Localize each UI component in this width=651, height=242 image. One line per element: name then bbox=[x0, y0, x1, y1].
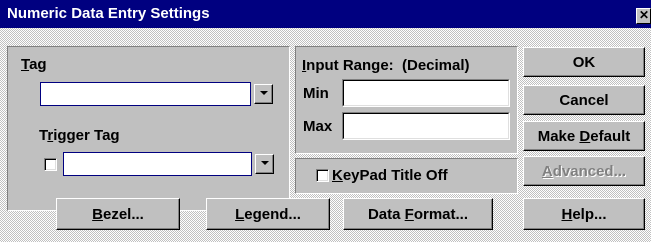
data-format-button[interactable]: Data Format... bbox=[343, 198, 493, 230]
dialog-body: Tag Trigger Tag Input Range: (Decimal) M… bbox=[0, 28, 651, 242]
tag-combobox-field[interactable] bbox=[40, 82, 251, 106]
max-input[interactable] bbox=[342, 112, 510, 140]
help-accel: H bbox=[561, 205, 573, 223]
bezel-rest: ezel... bbox=[102, 205, 144, 223]
ok-button[interactable]: OK bbox=[523, 47, 645, 77]
tag-label: Tag bbox=[21, 56, 47, 74]
legend-rest: egend... bbox=[244, 205, 301, 223]
bezel-button[interactable]: Bezel... bbox=[56, 198, 180, 230]
trigger-tag-dropdown-button[interactable] bbox=[255, 154, 274, 174]
advanced-button[interactable]: Advanced... bbox=[523, 156, 645, 186]
window-title: Numeric Data Entry Settings bbox=[7, 5, 210, 22]
trigger-tag-label: Trigger Tag bbox=[39, 127, 120, 145]
cancel-button[interactable]: Cancel bbox=[523, 85, 645, 115]
min-input[interactable] bbox=[342, 79, 510, 107]
trigger-tag-combobox[interactable] bbox=[63, 152, 275, 176]
chevron-down-icon bbox=[261, 161, 269, 165]
keypad-title-off-checkbox[interactable] bbox=[316, 169, 329, 182]
keypad-title-off-label[interactable]: KeyPad Title Off bbox=[332, 167, 448, 185]
advanced-rest: dvanced... bbox=[552, 162, 627, 180]
chevron-down-icon bbox=[260, 91, 268, 95]
make-default-accel: D bbox=[579, 127, 591, 145]
close-button[interactable]: ✕ bbox=[636, 8, 651, 24]
min-label: Min bbox=[303, 85, 329, 102]
data-format-label: Data bbox=[367, 205, 405, 223]
tag-label-rest: ag bbox=[29, 56, 47, 73]
tag-combobox[interactable] bbox=[40, 82, 275, 106]
advanced-accel: A bbox=[541, 162, 553, 180]
help-button[interactable]: Help... bbox=[523, 198, 645, 230]
make-default-button[interactable]: Make Default bbox=[523, 121, 645, 151]
trigger-tag-checkbox[interactable] bbox=[44, 158, 57, 171]
keypad-label-rest: eyPad Title Off bbox=[342, 167, 448, 184]
max-label: Max bbox=[303, 118, 333, 135]
data-format-accel: F bbox=[404, 205, 414, 223]
trigger-tag-field[interactable] bbox=[63, 152, 252, 176]
make-default-rest: efault bbox=[590, 127, 631, 145]
keypad-accel: K bbox=[332, 167, 343, 184]
legend-accel: L bbox=[235, 205, 245, 223]
dialog-window: Numeric Data Entry Settings ✕ Tag Trigge… bbox=[0, 0, 651, 242]
title-bar: Numeric Data Entry Settings ✕ bbox=[0, 0, 651, 28]
legend-button[interactable]: Legend... bbox=[206, 198, 330, 230]
trigger-tag-label-rest: igger Tag bbox=[53, 127, 120, 144]
make-default-label: Make bbox=[537, 127, 580, 145]
help-rest: elp... bbox=[572, 205, 607, 223]
tag-dropdown-button[interactable] bbox=[254, 84, 273, 104]
tag-label-accel: T bbox=[21, 56, 30, 73]
close-icon: ✕ bbox=[639, 8, 650, 22]
input-range-title-rest: nput Range: (Decimal) bbox=[306, 57, 470, 74]
input-range-title: Input Range: (Decimal) bbox=[302, 57, 470, 75]
bezel-accel: B bbox=[92, 205, 103, 223]
data-format-rest: ormat... bbox=[413, 205, 469, 223]
